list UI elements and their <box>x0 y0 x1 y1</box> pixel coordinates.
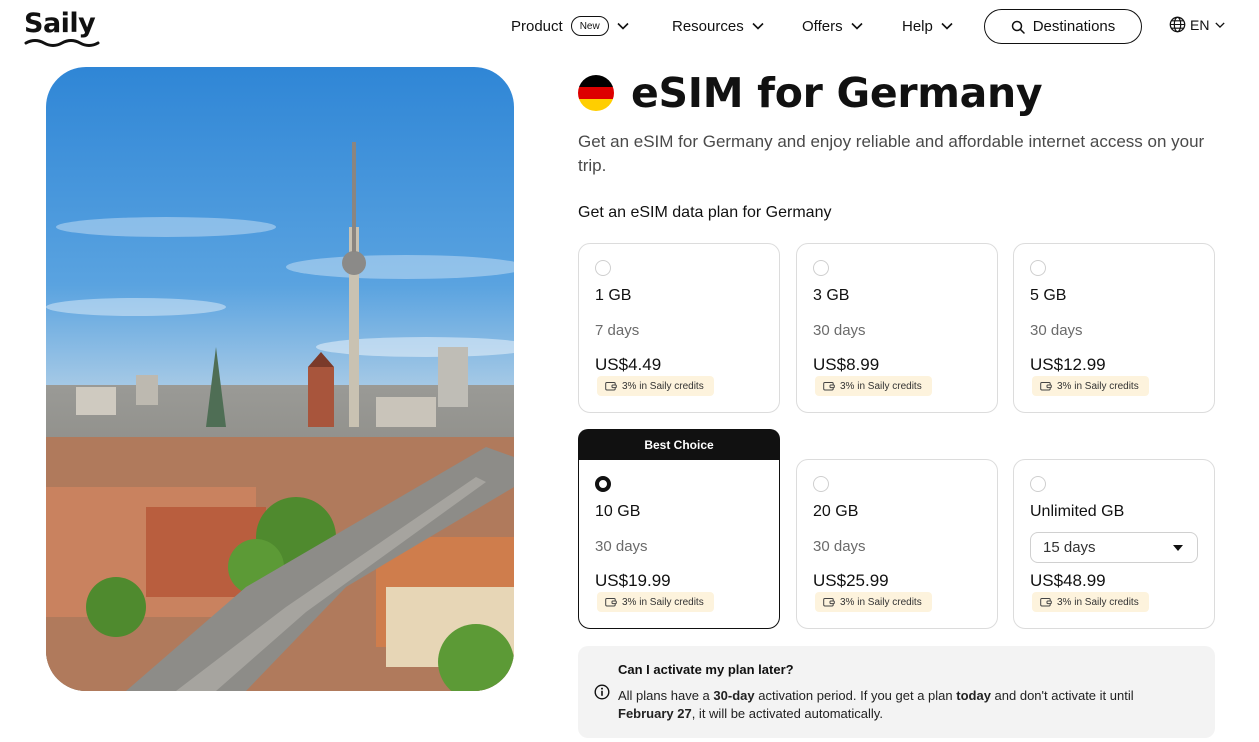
nav-help[interactable]: Help <box>902 14 953 38</box>
page-description: Get an eSIM for Germany and enjoy reliab… <box>578 132 1205 175</box>
info-answer-part: , it will be activated automatically. <box>691 706 883 721</box>
new-badge: New <box>570 16 609 36</box>
plan-data: Unlimited GB <box>1030 503 1125 520</box>
credits-badge: 3% in Saily credits <box>597 592 714 612</box>
plan-data: 10 GB <box>595 503 641 520</box>
wallet-icon <box>605 382 617 391</box>
credits-label: 3% in Saily credits <box>1057 380 1139 392</box>
info-answer-highlight: today <box>956 688 991 703</box>
plan-radio[interactable] <box>1030 260 1046 276</box>
chevron-down-icon <box>941 22 953 30</box>
plan-price: US$48.99 <box>1030 571 1106 590</box>
wallet-icon <box>1040 382 1052 391</box>
info-answer-highlight: February 27 <box>618 706 692 721</box>
plan-data: 20 GB <box>813 503 859 520</box>
plan-card-3gb[interactable]: 3 GB 30 days US$8.99 3% in Saily credits <box>796 243 998 413</box>
chevron-down-icon <box>1215 21 1226 28</box>
info-answer-highlight: 30-day <box>713 688 755 703</box>
credits-badge: 3% in Saily credits <box>815 592 932 612</box>
plan-card-20gb[interactable]: 20 GB 30 days US$25.99 3% in Saily credi… <box>796 459 998 629</box>
plan-data: 1 GB <box>595 287 632 304</box>
page-title: eSIM for Germany <box>631 69 1043 117</box>
plan-price: US$4.49 <box>595 355 662 374</box>
saily-logo[interactable]: Saily <box>24 8 104 48</box>
nav-offers-label: Offers <box>802 17 843 35</box>
info-question: Can I activate my plan later? <box>618 662 794 677</box>
language-selector[interactable]: EN <box>1169 16 1226 33</box>
plan-price: US$19.99 <box>595 571 671 590</box>
logo-text: Saily <box>24 8 96 39</box>
plan-price: US$8.99 <box>813 355 880 374</box>
destinations-button[interactable]: Destinations <box>984 9 1142 44</box>
activation-info-box: Can I activate my plan later? All plans … <box>578 646 1215 738</box>
plan-data: 5 GB <box>1030 287 1067 304</box>
plan-radio[interactable] <box>813 260 829 276</box>
language-label: EN <box>1190 16 1210 33</box>
credits-label: 3% in Saily credits <box>622 380 704 392</box>
germany-hero-image <box>46 67 514 691</box>
dropdown-caret-icon <box>1173 545 1183 551</box>
credits-label: 3% in Saily credits <box>1057 596 1139 608</box>
credits-badge: 3% in Saily credits <box>1032 376 1149 396</box>
chevron-down-icon <box>752 22 764 30</box>
plan-radio-selected[interactable] <box>595 476 611 492</box>
chevron-down-icon <box>617 22 629 30</box>
nav-help-label: Help <box>902 17 933 35</box>
plan-days: 30 days <box>813 538 866 555</box>
plan-radio[interactable] <box>595 260 611 276</box>
plan-days: 30 days <box>1030 322 1083 339</box>
credits-label: 3% in Saily credits <box>840 380 922 392</box>
plan-days: 7 days <box>595 322 640 339</box>
info-answer-part: and don't activate it until <box>990 688 1134 703</box>
wallet-icon <box>823 598 835 607</box>
destinations-label: Destinations <box>1032 18 1116 35</box>
globe-icon <box>1169 16 1186 33</box>
days-select[interactable]: 15 days <box>1030 532 1198 563</box>
search-icon <box>1011 20 1025 34</box>
info-answer-part: All plans have a <box>618 688 714 703</box>
chevron-down-icon <box>851 22 863 30</box>
nav-resources-label: Resources <box>672 17 744 35</box>
credits-label: 3% in Saily credits <box>622 596 704 608</box>
wallet-icon <box>823 382 835 391</box>
wallet-icon <box>1040 598 1052 607</box>
plan-price: US$25.99 <box>813 571 889 590</box>
plan-radio[interactable] <box>813 476 829 492</box>
plan-card-10gb[interactable]: 10 GB 30 days US$19.99 3% in Saily credi… <box>578 459 780 629</box>
nav-resources[interactable]: Resources <box>672 14 764 38</box>
info-answer-part: activation period. If you get a plan <box>754 688 957 703</box>
best-choice-badge: Best Choice <box>578 429 780 460</box>
info-answer: All plans have a 30-day activation perio… <box>618 687 1178 723</box>
plan-days: 30 days <box>813 322 866 339</box>
plan-card-1gb[interactable]: 1 GB 7 days US$4.49 3% in Saily credits <box>578 243 780 413</box>
nav-product[interactable]: Product New <box>511 14 629 38</box>
credits-badge: 3% in Saily credits <box>1032 592 1149 612</box>
wallet-icon <box>605 598 617 607</box>
info-icon <box>594 684 610 700</box>
credits-label: 3% in Saily credits <box>840 596 922 608</box>
plan-card-unlimited[interactable]: Unlimited GB 15 days US$48.99 3% in Sail… <box>1013 459 1215 629</box>
logo-wave-icon <box>24 39 100 47</box>
plan-data: 3 GB <box>813 287 850 304</box>
plans-heading: Get an eSIM data plan for Germany <box>578 204 832 221</box>
nav-offers[interactable]: Offers <box>802 14 863 38</box>
germany-flag-icon <box>578 75 614 111</box>
plan-days: 30 days <box>595 538 648 555</box>
plan-card-5gb[interactable]: 5 GB 30 days US$12.99 3% in Saily credit… <box>1013 243 1215 413</box>
days-select-value: 15 days <box>1043 539 1096 556</box>
plan-radio[interactable] <box>1030 476 1046 492</box>
nav-product-label: Product <box>511 17 563 35</box>
plan-price: US$12.99 <box>1030 355 1106 374</box>
credits-badge: 3% in Saily credits <box>597 376 714 396</box>
credits-badge: 3% in Saily credits <box>815 376 932 396</box>
